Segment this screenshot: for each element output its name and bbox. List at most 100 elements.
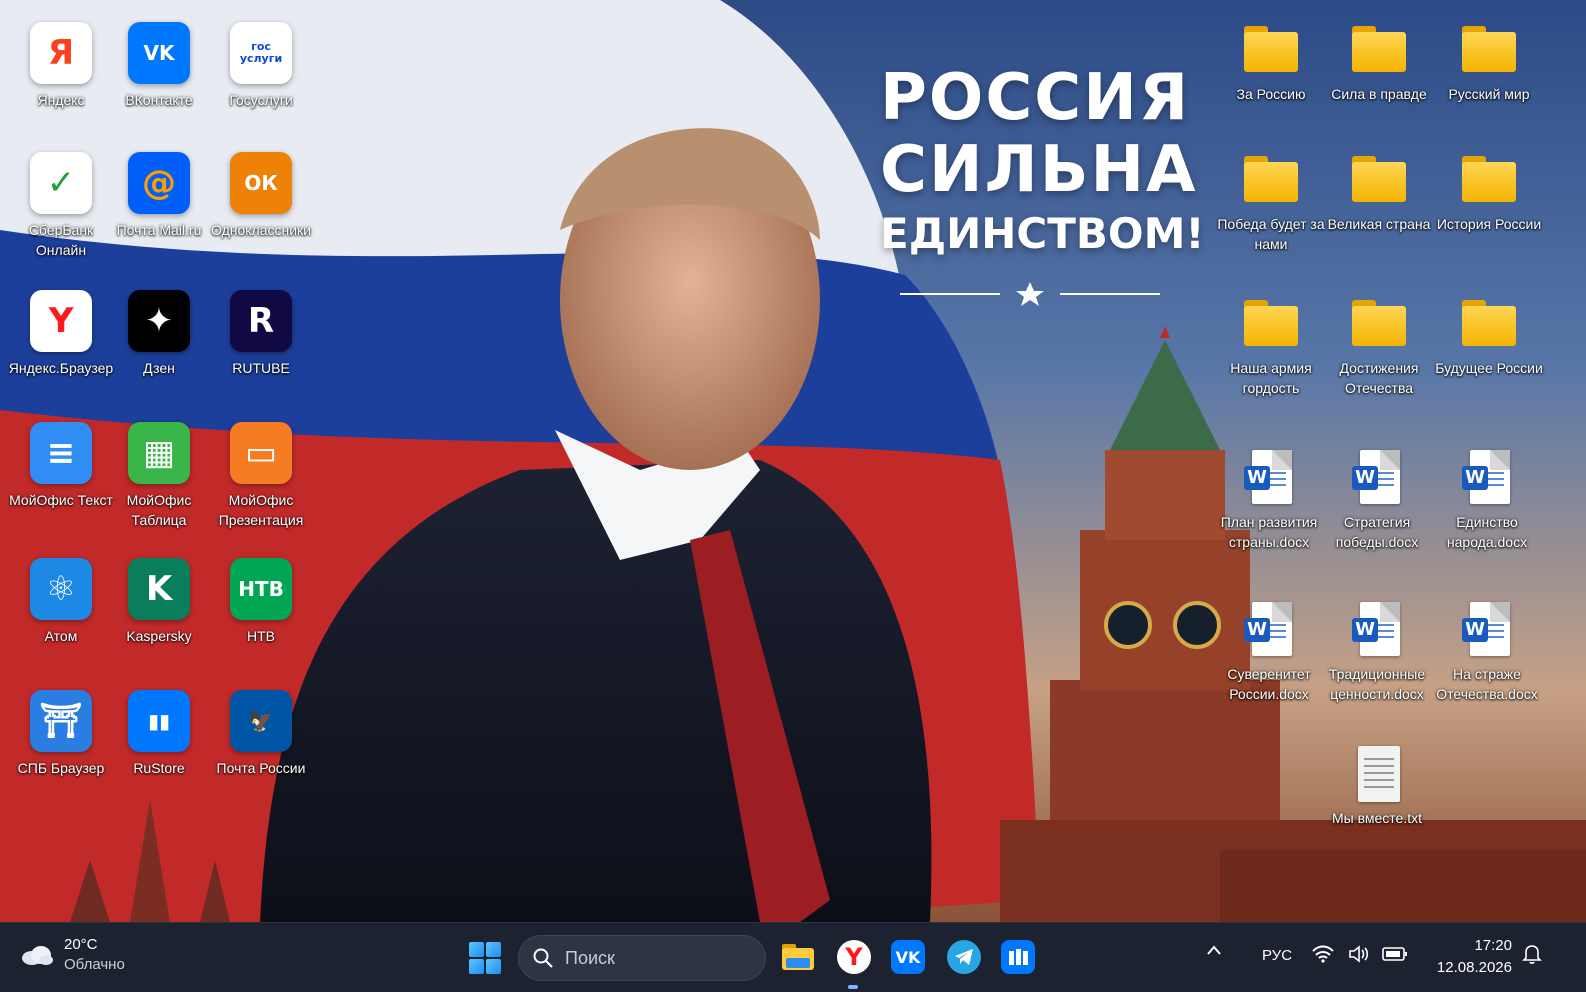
desktop-icon[interactable]: 🦅 Почта России <box>206 690 316 778</box>
desktop-icon[interactable]: Я Яндекс <box>6 22 116 110</box>
text-file-label: Мы вместе.txt <box>1331 810 1422 826</box>
text-file-icon <box>1346 744 1408 808</box>
desktop-folder[interactable]: Русский мир <box>1434 22 1544 104</box>
weather-widget[interactable]: 20°C Облачно <box>20 935 125 975</box>
app-icon: ▦ <box>128 422 190 484</box>
desktop-icon[interactable]: НТВ НТВ <box>206 558 316 646</box>
show-hidden-icons-button[interactable] <box>1206 943 1222 960</box>
desktop-icon-label: RUTUBE <box>232 360 290 376</box>
search-input[interactable] <box>565 947 745 969</box>
taskbar-yandex-browser[interactable]: Y <box>834 937 874 977</box>
desktop-icon[interactable]: ✓ СберБанк Онлайн <box>6 152 116 260</box>
desktop-icon[interactable]: ОК Одноклассники <box>206 152 316 240</box>
app-icon: ✦ <box>128 290 190 352</box>
document-label: План развития страны.docx <box>1220 514 1318 550</box>
volume-icon[interactable] <box>1348 945 1370 967</box>
document-label: Стратегия победы.docx <box>1335 514 1419 550</box>
desktop-document[interactable]: W Суверенитет России.docx <box>1214 600 1324 704</box>
desktop-icon[interactable]: @ Почта Mail.ru <box>104 152 214 240</box>
desktop-icon[interactable]: ✦ Дзен <box>104 290 214 378</box>
notifications-button[interactable] <box>1522 943 1542 969</box>
desktop-document[interactable]: W Стратегия победы.docx <box>1322 448 1432 552</box>
folder-icon <box>1240 22 1302 78</box>
word-document-icon: W <box>1238 448 1300 512</box>
desktop-folder[interactable]: Достижения Отечества <box>1324 296 1434 398</box>
telegram-icon <box>947 940 981 974</box>
clock-time: 17:20 <box>1474 937 1512 954</box>
folder-label: Будущее России <box>1435 360 1543 376</box>
desktop-document[interactable]: W Единство народа.docx <box>1432 448 1542 552</box>
document-label: На страже Отечества.docx <box>1436 666 1538 702</box>
desktop-icon[interactable]: ≡ МойОфис Текст <box>6 422 116 510</box>
search-icon <box>533 948 553 968</box>
document-label: Суверенитет России.docx <box>1227 666 1311 702</box>
taskbar-vkontakte[interactable]: VK <box>888 937 928 977</box>
bell-icon <box>1522 945 1542 964</box>
word-document-icon: W <box>1238 600 1300 664</box>
clock-date: 12.08.2026 <box>1436 959 1512 976</box>
taskbar-rustore[interactable] <box>998 937 1038 977</box>
desktop-icon[interactable]: ⚛ Атом <box>6 558 116 646</box>
yandex-browser-icon: Y <box>837 940 871 974</box>
weather-temperature: 20°C <box>64 936 98 953</box>
desktop-icon[interactable]: Y Яндекс.Браузер <box>6 290 116 378</box>
desktop-folder[interactable]: Наша армия гордость <box>1216 296 1326 398</box>
desktop-icon-label: Атом <box>44 628 78 644</box>
desktop-icon-label: МойОфис Текст <box>9 492 113 508</box>
word-document-icon: W <box>1346 600 1408 664</box>
folder-label: Победа будет за нами <box>1217 216 1325 252</box>
taskbar: 20°C Облачно Y VK <box>0 922 1586 992</box>
taskbar-search[interactable] <box>518 935 766 981</box>
cloud-icon <box>22 946 53 965</box>
app-icon: ✓ <box>30 152 92 214</box>
wifi-icon[interactable] <box>1312 945 1334 967</box>
desktop-folder[interactable]: Победа будет за нами <box>1216 152 1326 254</box>
folder-label: Сила в правде <box>1331 86 1427 102</box>
weather-condition: Облачно <box>64 956 125 973</box>
desktop-icon-label: МойОфис Презентация <box>218 492 304 528</box>
desktop-icon[interactable]: ⛩ СПБ Браузер <box>6 690 116 778</box>
desktop-document[interactable]: W На страже Отечества.docx <box>1432 600 1542 704</box>
taskbar-telegram[interactable] <box>944 937 984 977</box>
start-button[interactable] <box>468 941 502 975</box>
desktop-icon[interactable]: ▦ МойОфис Таблица <box>104 422 214 530</box>
language-indicator[interactable]: РУС <box>1262 947 1292 964</box>
folder-icon <box>782 944 814 970</box>
desktop-folder[interactable]: Великая страна <box>1324 152 1434 234</box>
desktop-icon-label: Госуслуги <box>229 92 293 108</box>
chevron-up-icon <box>1207 945 1221 955</box>
app-icon: ▮▮ <box>128 690 190 752</box>
desktop-folder[interactable]: За Россию <box>1216 22 1326 104</box>
desktop-folder[interactable]: Будущее России <box>1434 296 1544 378</box>
folder-label: Достижения Отечества <box>1339 360 1419 396</box>
desktop-icon-label: RuStore <box>133 760 185 776</box>
folder-label: Великая страна <box>1327 216 1431 232</box>
rustore-icon <box>1001 940 1035 974</box>
app-icon: R <box>230 290 292 352</box>
folder-icon <box>1348 296 1410 352</box>
desktop-icon[interactable]: VK ВКонтакте <box>104 22 214 110</box>
desktop-icon[interactable]: K Kaspersky <box>104 558 214 646</box>
folder-icon <box>1240 296 1302 352</box>
desktop-icon-label: МойОфис Таблица <box>126 492 192 528</box>
desktop-icon[interactable]: ▮▮ RuStore <box>104 690 214 778</box>
app-icon: ▭ <box>230 422 292 484</box>
app-icon: 🦅 <box>230 690 292 752</box>
desktop-icon[interactable]: гос услуги Госуслуги <box>206 22 316 110</box>
system-clock[interactable]: 17:20 12.08.2026 <box>1422 935 1512 979</box>
folder-icon <box>1458 296 1520 352</box>
windows-logo-icon <box>469 942 484 957</box>
taskbar-file-explorer[interactable] <box>778 937 818 977</box>
folder-icon <box>1240 152 1302 208</box>
desktop-document[interactable]: W План развития страны.docx <box>1214 448 1324 552</box>
battery-icon[interactable] <box>1382 945 1408 967</box>
desktop-document[interactable]: W Традиционные ценности.docx <box>1322 600 1432 704</box>
desktop-text-file[interactable]: Мы вместе.txt <box>1322 744 1432 828</box>
desktop-icon[interactable]: R RUTUBE <box>206 290 316 378</box>
desktop-icon-label: СПБ Браузер <box>17 760 105 776</box>
desktop-icon-label: Дзен <box>143 360 175 376</box>
app-icon: @ <box>128 152 190 214</box>
desktop-folder[interactable]: История России <box>1434 152 1544 234</box>
desktop-folder[interactable]: Сила в правде <box>1324 22 1434 104</box>
desktop-icon[interactable]: ▭ МойОфис Презентация <box>206 422 316 530</box>
